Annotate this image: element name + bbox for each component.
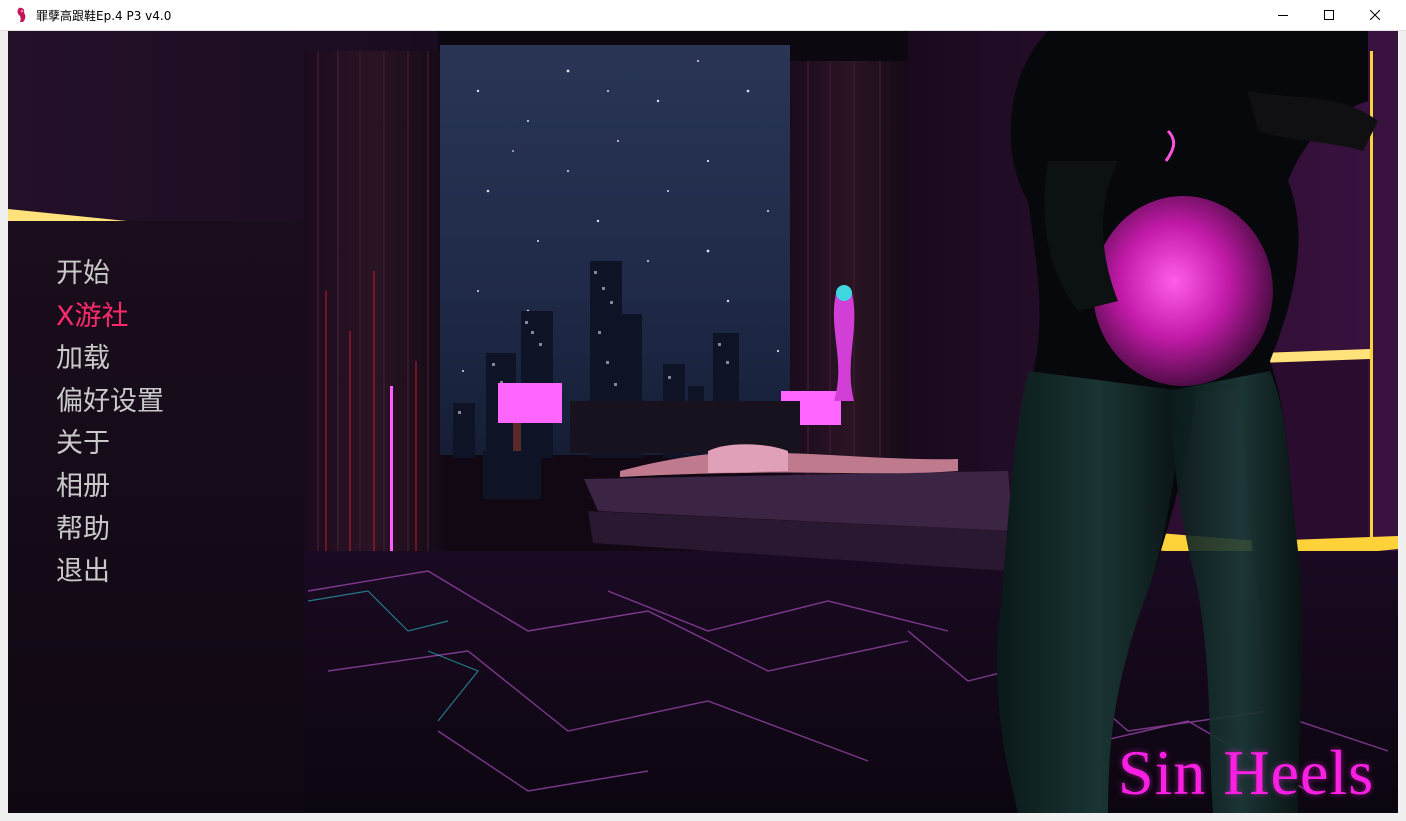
menu-item-help[interactable]: 帮助 [56, 509, 276, 552]
menu-item-load[interactable]: 加载 [56, 338, 276, 381]
maximize-icon [1324, 10, 1334, 20]
menu-item-about[interactable]: 关于 [56, 423, 276, 466]
window-title: 罪孽高跟鞋Ep.4 P3 v4.0 [36, 9, 172, 23]
sin-heels-app-icon [17, 7, 26, 22]
minimize-button[interactable] [1260, 0, 1306, 30]
menu-item-preferences[interactable]: 偏好设置 [56, 381, 276, 424]
menu-item-quit[interactable]: 退出 [56, 551, 276, 594]
close-button[interactable] [1352, 0, 1398, 30]
menu-item-start[interactable]: 开始 [56, 253, 276, 296]
main-menu: 开始 X游社 加载 偏好设置 关于 相册 帮助 退出 [56, 253, 276, 594]
minimize-icon [1278, 15, 1288, 16]
window-titlebar[interactable]: 罪孽高跟鞋Ep.4 P3 v4.0 [0, 0, 1406, 31]
menu-item-gallery[interactable]: 相册 [56, 466, 276, 509]
close-icon [1370, 10, 1380, 20]
game-viewport[interactable]: 开始 X游社 加载 偏好设置 关于 相册 帮助 退出 Sin Heels [8, 31, 1398, 813]
maximize-button[interactable] [1306, 0, 1352, 30]
menu-item-xyoushe[interactable]: X游社 [56, 296, 276, 339]
game-logo: Sin Heels [1118, 737, 1375, 808]
